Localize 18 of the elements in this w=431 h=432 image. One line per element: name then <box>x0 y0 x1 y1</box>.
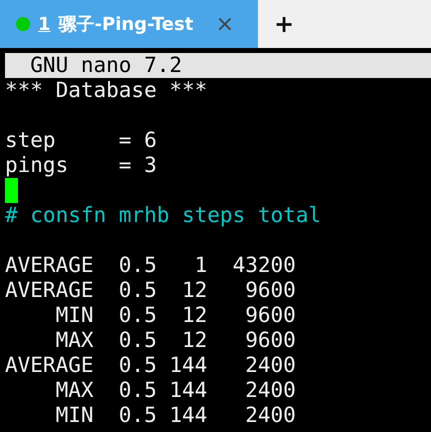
text-line: MAX 0.5 144 2400 <box>54 378 296 403</box>
text-line: MIN 0.5 144 2400 <box>54 403 296 428</box>
tab-title: 骡子-Ping-Test <box>58 13 194 36</box>
text-line: AVERAGE 0.5 12 9600 <box>5 278 296 303</box>
text-line: AVERAGE 0.5 144 2400 <box>5 353 296 378</box>
text-cursor <box>5 178 18 203</box>
terminal-tab[interactable]: 1 骡子-Ping-Test × <box>0 0 258 48</box>
text-line: *** Database *** <box>5 78 208 103</box>
new-tab-button[interactable]: + <box>264 0 304 48</box>
tab-number: 1 <box>38 14 51 34</box>
text-line: MAX 0.5 12 9600 <box>54 328 296 353</box>
comment-line: # consfn mrhb steps total <box>5 203 322 228</box>
text-line: step = 6 <box>5 128 157 153</box>
close-button[interactable]: × <box>212 12 238 36</box>
editor-title-bar: GNU nano 7.2 <box>5 53 431 78</box>
text-line: MIN 0.5 12 9600 <box>54 303 296 328</box>
text-line: AVERAGE 0.5 1 43200 <box>5 253 296 278</box>
text-line: pings = 3 <box>5 153 157 178</box>
